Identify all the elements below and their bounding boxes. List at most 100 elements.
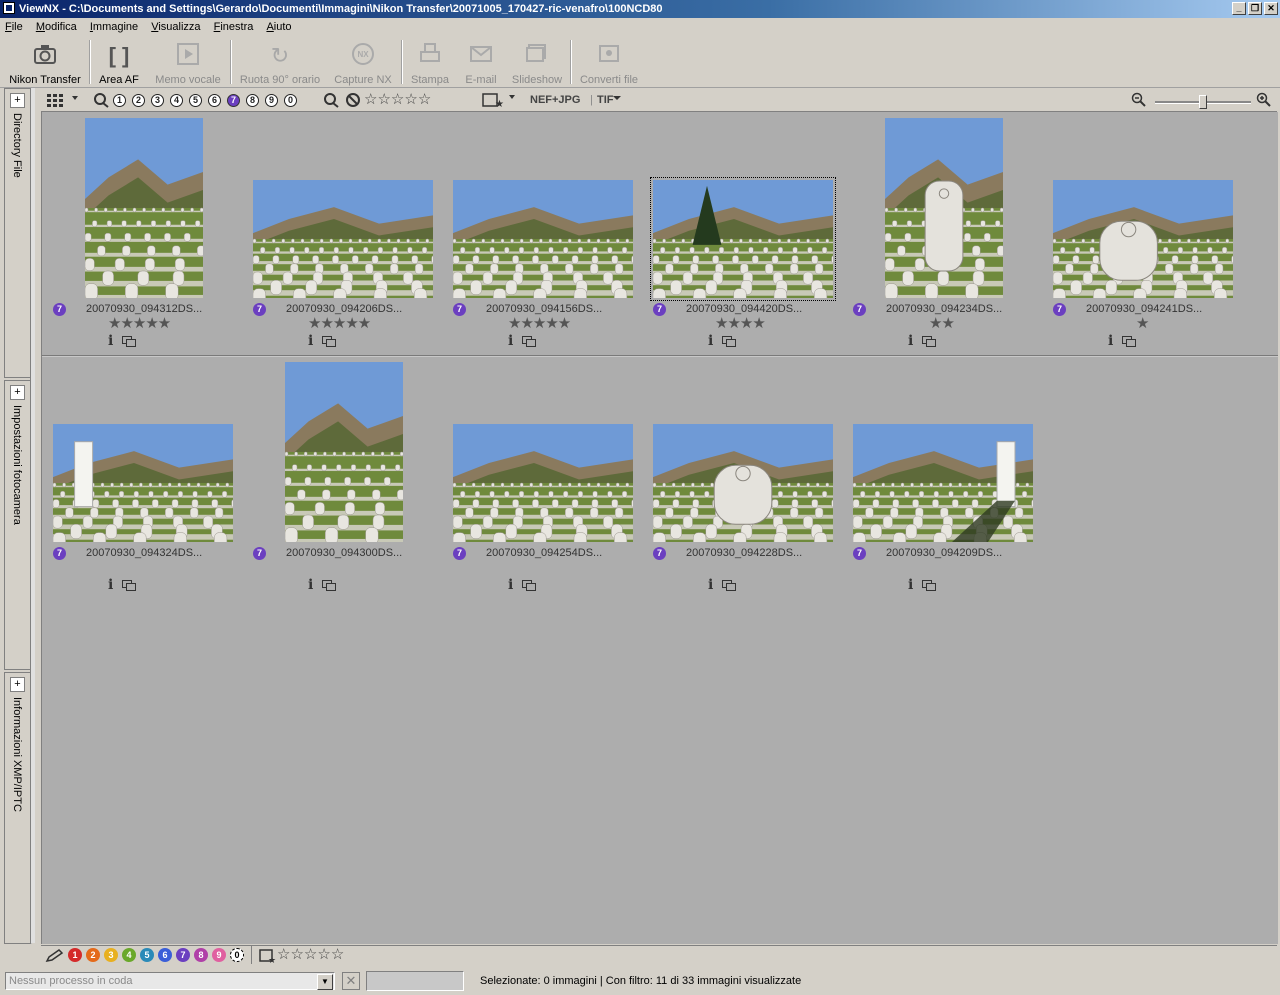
label-filter-5[interactable]: 5: [189, 93, 202, 107]
maximize-button[interactable]: ❐: [1248, 2, 1262, 15]
file-pair-icon[interactable]: [1122, 336, 1136, 347]
chevron-down-icon[interactable]: ▼: [317, 974, 333, 990]
menu-file[interactable]: File: [0, 19, 28, 35]
label-button-6[interactable]: 6: [158, 948, 172, 962]
close-button[interactable]: ✕: [1264, 2, 1278, 15]
photo-thumbnail[interactable]: [52, 424, 239, 551]
file-pair-icon[interactable]: [922, 336, 936, 347]
file-pair-icon[interactable]: [322, 580, 336, 591]
info-icon[interactable]: i: [508, 333, 513, 349]
menu-visualizza[interactable]: Visualizza: [146, 19, 205, 35]
info-icon[interactable]: i: [708, 333, 713, 349]
rate-star-4[interactable]: ☆: [317, 946, 330, 963]
menu-finestra[interactable]: Finestra: [209, 19, 259, 35]
info-icon[interactable]: i: [908, 577, 913, 593]
expand-icon[interactable]: +: [10, 677, 25, 692]
photo-thumbnail[interactable]: [452, 180, 639, 307]
file-pair-icon[interactable]: [722, 580, 736, 591]
file-pair-icon[interactable]: [522, 580, 536, 591]
zoom-out-icon[interactable]: [1131, 92, 1147, 108]
menu-aiuto[interactable]: Aiuto: [261, 19, 296, 35]
nikon-transfer-button[interactable]: Nikon Transfer: [6, 37, 84, 87]
label-filter-icon[interactable]: [93, 92, 111, 108]
label-button-2[interactable]: 2: [86, 948, 100, 962]
file-pair-icon[interactable]: [722, 336, 736, 347]
star-filter-3[interactable]: ☆: [391, 91, 404, 108]
photo-thumbnail[interactable]: [852, 424, 1039, 551]
star-rating[interactable]: ★★★★★: [508, 316, 571, 331]
label-filter-7[interactable]: 7: [227, 93, 240, 107]
label-filter-9[interactable]: 9: [265, 93, 278, 107]
filetype-nef-jpg[interactable]: NEF+JPG: [530, 92, 580, 108]
info-icon[interactable]: i: [1108, 333, 1113, 349]
label-filter-4[interactable]: 4: [170, 93, 183, 107]
menu-modifica[interactable]: Modifica: [31, 19, 82, 35]
label-button-4[interactable]: 4: [122, 948, 136, 962]
label-filter-0[interactable]: 0: [284, 93, 297, 107]
photo-thumbnail[interactable]: [652, 424, 839, 551]
view-mode-button[interactable]: [46, 92, 80, 108]
star-rating[interactable]: ★★★★: [715, 316, 766, 331]
sidebar-splitter[interactable]: [30, 88, 35, 943]
expand-icon[interactable]: +: [10, 385, 25, 400]
star-rating[interactable]: ★★★★★: [108, 316, 171, 331]
memo-vocale-button[interactable]: Memo vocale: [152, 37, 224, 87]
info-icon[interactable]: i: [708, 577, 713, 593]
convert-file-button[interactable]: Converti file: [576, 37, 642, 87]
star-rating[interactable]: ★★: [929, 316, 955, 331]
star-rating[interactable]: ★★★★★: [308, 316, 371, 331]
filetype-dropdown[interactable]: [611, 92, 623, 108]
info-icon[interactable]: i: [308, 577, 313, 593]
file-pair-icon[interactable]: [322, 336, 336, 347]
cancel-process-button[interactable]: ✕: [342, 972, 360, 990]
rate-star-3[interactable]: ☆: [304, 946, 317, 963]
label-filter-2[interactable]: 2: [132, 93, 145, 107]
star-filter-group[interactable]: ☆☆☆☆☆: [364, 92, 431, 108]
photo-thumbnail[interactable]: [284, 362, 406, 546]
label-button-5[interactable]: 5: [140, 948, 154, 962]
label-button-7[interactable]: 7: [176, 948, 190, 962]
menu-immagine[interactable]: Immagine: [85, 19, 143, 35]
process-queue-combo[interactable]: Nessun processo in coda ▼: [5, 972, 335, 990]
info-icon[interactable]: i: [108, 333, 113, 349]
slideshow-button[interactable]: Slideshow: [508, 37, 566, 87]
panel-impostazioni-fotocamera[interactable]: + Impostazioni fotocamera: [4, 380, 32, 670]
star-filter-2[interactable]: ☆: [377, 91, 390, 108]
file-pair-icon[interactable]: [922, 580, 936, 591]
email-button[interactable]: E-mail: [458, 37, 504, 87]
minimize-button[interactable]: _: [1232, 2, 1246, 15]
pen-icon[interactable]: [45, 949, 65, 966]
info-icon[interactable]: i: [508, 577, 513, 593]
rate-star-5[interactable]: ☆: [331, 946, 344, 963]
photo-thumbnail[interactable]: [252, 180, 439, 307]
rating-marker-icon[interactable]: ★: [259, 948, 277, 967]
star-filter-1[interactable]: ☆: [364, 91, 377, 108]
panel-directory-file[interactable]: + Directory File: [4, 88, 32, 378]
rotate-button[interactable]: ↻ Ruota 90° orario: [236, 37, 324, 87]
file-pair-icon[interactable]: [522, 336, 536, 347]
area-af-button[interactable]: [ ] Area AF: [94, 37, 144, 87]
rating-buttons[interactable]: ☆☆☆☆☆: [277, 947, 344, 963]
label-filter-8[interactable]: 8: [246, 93, 259, 107]
label-button-0[interactable]: 0: [230, 948, 244, 962]
print-button[interactable]: Stampa: [406, 37, 454, 87]
label-button-8[interactable]: 8: [194, 948, 208, 962]
photo-thumbnail[interactable]: [650, 177, 839, 307]
no-rating-filter-icon[interactable]: [345, 92, 361, 108]
panel-informazioni-xmp[interactable]: + Informazioni XMP/IPTC: [4, 672, 32, 944]
label-filter-1[interactable]: 1: [113, 93, 126, 107]
photo-thumbnail[interactable]: [452, 424, 639, 551]
file-pair-icon[interactable]: [122, 580, 136, 591]
capture-nx-button[interactable]: NX Capture NX: [330, 37, 396, 87]
info-icon[interactable]: i: [108, 577, 113, 593]
photo-thumbnail[interactable]: [84, 118, 206, 302]
zoom-slider-thumb[interactable]: [1199, 95, 1207, 109]
label-filter-6[interactable]: 6: [208, 93, 221, 107]
label-button-3[interactable]: 3: [104, 948, 118, 962]
info-icon[interactable]: i: [908, 333, 913, 349]
rating-filter-icon[interactable]: [323, 92, 343, 108]
label-filter-3[interactable]: 3: [151, 93, 164, 107]
expand-icon[interactable]: +: [10, 93, 25, 108]
star-filter-4[interactable]: ☆: [404, 91, 417, 108]
star-filter-5[interactable]: ☆: [418, 91, 431, 108]
